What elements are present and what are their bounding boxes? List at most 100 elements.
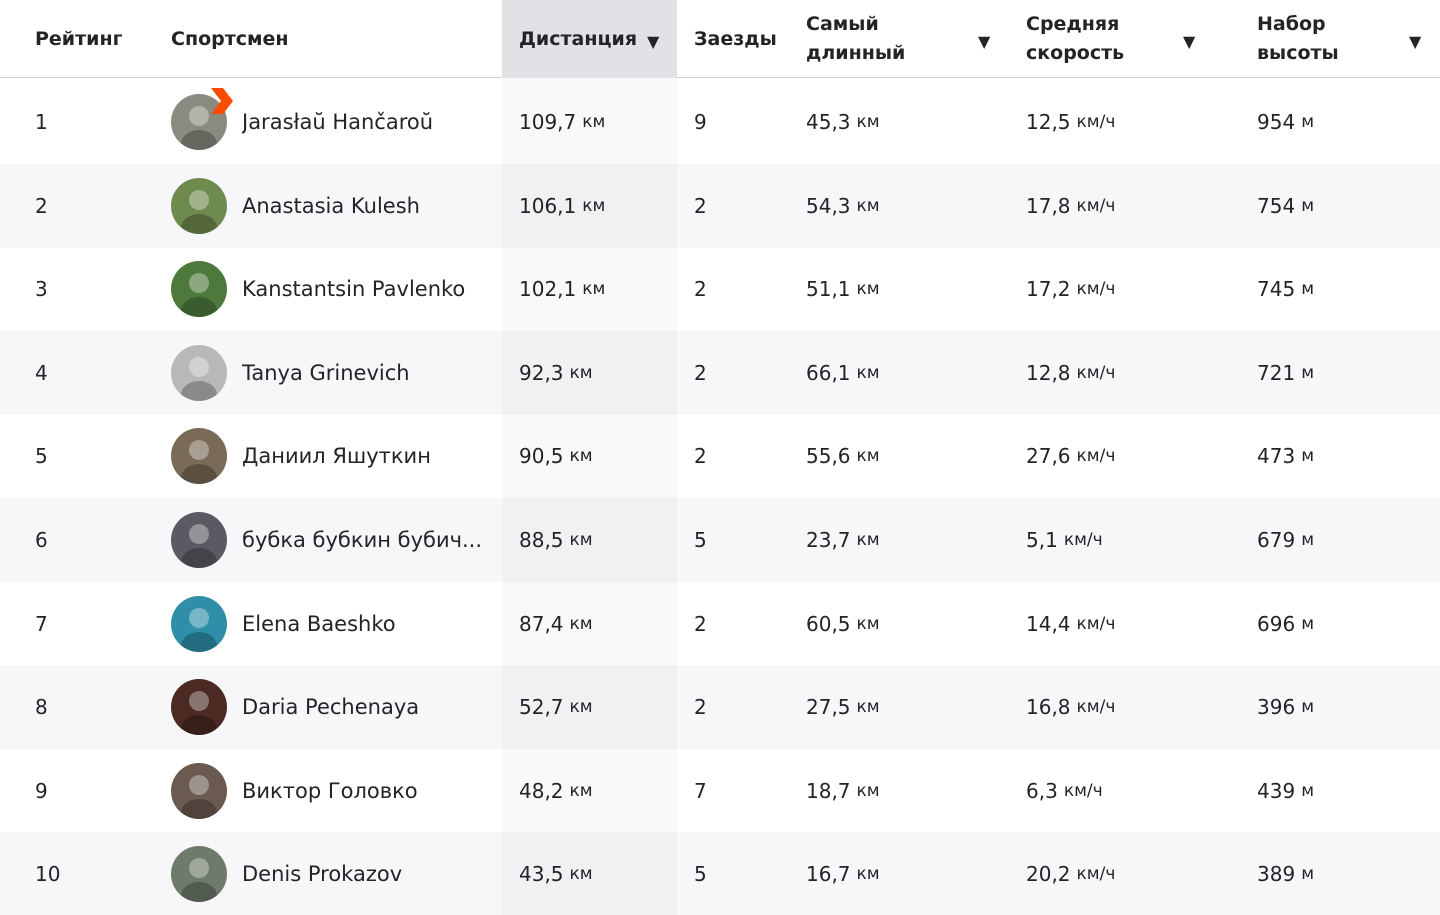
- longest-cell: 51,1 км: [806, 277, 880, 302]
- sort-arrow-icon: ▼: [647, 32, 660, 51]
- table-row: 4 Tanya Grinevich 92,3 км 2 66,1 км 12,8 км/ч 721…: [0, 330, 1440, 415]
- avatar[interactable]: [171, 846, 227, 903]
- elevation-cell: 954 м: [1257, 110, 1315, 134]
- header-distance[interactable]: Дистанция ▼: [502, 0, 677, 78]
- elevation-cell: 721 м: [1257, 360, 1315, 385]
- sort-arrow-icon: ▼: [1409, 32, 1422, 51]
- distance-cell: 106,1 км: [519, 193, 606, 218]
- athlete-name-link[interactable]: Даниил Яшуткин: [242, 414, 431, 498]
- header-rides[interactable]: Заезды: [694, 0, 777, 78]
- rank-cell: 7: [35, 611, 48, 636]
- athlete-name-link[interactable]: Daria Pechenaya: [242, 665, 419, 749]
- rides-cell: 2: [694, 277, 707, 302]
- rank-cell: 10: [35, 862, 61, 887]
- distance-cell: 87,4 км: [519, 611, 593, 636]
- avatar-image-icon: [171, 261, 227, 318]
- athlete-name-link[interactable]: бубка бубкин бубич...: [242, 498, 482, 582]
- longest-cell: 27,5 км: [806, 695, 880, 720]
- athlete-name-link[interactable]: Jarasłaŭ Hančaroŭ: [242, 80, 433, 164]
- distance-cell: 52,7 км: [519, 695, 593, 720]
- athlete-name-link[interactable]: Виктор Головко: [242, 749, 418, 833]
- distance-cell: 90,5 км: [519, 444, 593, 469]
- avatar[interactable]: [171, 261, 227, 318]
- table-row: 3 Kanstantsin Pavlenko 102,1 км 2 51,1 км 17,2 к…: [0, 247, 1440, 331]
- leader-badge-icon: [211, 88, 233, 114]
- header-avg-speed[interactable]: Средняя скорость ▼: [1026, 0, 1226, 78]
- rides-cell: 5: [694, 528, 707, 552]
- rides-cell: 9: [694, 110, 707, 134]
- elevation-cell: 396 м: [1257, 695, 1315, 720]
- avatar[interactable]: [171, 512, 227, 568]
- rank-cell: 4: [35, 360, 48, 385]
- athlete-name-link[interactable]: Denis Prokazov: [242, 832, 402, 915]
- rides-cell: 5: [694, 862, 707, 887]
- athlete-name-link[interactable]: Tanya Grinevich: [242, 331, 410, 415]
- table-row: 1 Jarasłaŭ Hančaroŭ 109,7 км 9 45,3 км 12,5 км/ч…: [0, 80, 1440, 164]
- rank-cell: 5: [35, 444, 48, 469]
- rank-cell: 8: [35, 695, 48, 720]
- avatar[interactable]: [171, 679, 227, 736]
- avatar-image-icon: [171, 512, 227, 568]
- distance-cell: 88,5 км: [519, 528, 593, 552]
- sort-arrow-icon: ▼: [978, 32, 991, 51]
- elevation-cell: 389 м: [1257, 862, 1315, 887]
- athlete-name-link[interactable]: Elena Baeshko: [242, 582, 396, 666]
- distance-cell: 92,3 км: [519, 360, 593, 385]
- longest-cell: 18,7 км: [806, 778, 880, 803]
- avatar[interactable]: [171, 595, 227, 652]
- distance-cell: 109,7 км: [519, 110, 606, 134]
- athlete-name-link[interactable]: Anastasia Kulesh: [242, 164, 420, 248]
- avg-speed-cell: 20,2 км/ч: [1026, 862, 1116, 887]
- header-rank[interactable]: Рейтинг: [35, 0, 123, 78]
- leaderboard-table: Рейтинг Спортсмен Дистанция ▼ Заезды Сам…: [0, 0, 1440, 915]
- rides-cell: 2: [694, 611, 707, 636]
- avatar[interactable]: [171, 428, 227, 485]
- table-row: 2 Anastasia Kulesh 106,1 км 2 54,3 км 17,8 км/ч 7…: [0, 163, 1440, 248]
- elevation-cell: 696 м: [1257, 611, 1315, 636]
- avg-speed-cell: 27,6 км/ч: [1026, 444, 1116, 469]
- avg-speed-cell: 16,8 км/ч: [1026, 695, 1116, 720]
- table-row: 5 Даниил Яшуткин 90,5 км 2 55,6 км 27,6 км/ч 473 м: [0, 414, 1440, 498]
- avatar-image-icon: [171, 344, 227, 401]
- rides-cell: 2: [694, 444, 707, 469]
- table-row: 6 бубка бубкин бубич... 88,5 км 5 23,7 км 5,1 км…: [0, 498, 1440, 582]
- elevation-cell: 439 м: [1257, 778, 1315, 803]
- avatar[interactable]: [171, 762, 227, 819]
- avatar-image-icon: [171, 595, 227, 652]
- table-header: Рейтинг Спортсмен Дистанция ▼ Заезды Сам…: [0, 0, 1440, 78]
- avatar-image-icon: [171, 846, 227, 903]
- distance-cell: 102,1 км: [519, 277, 606, 302]
- avg-speed-cell: 12,8 км/ч: [1026, 360, 1116, 385]
- avatar[interactable]: [171, 177, 227, 234]
- header-athlete[interactable]: Спортсмен: [171, 0, 289, 78]
- longest-cell: 45,3 км: [806, 110, 880, 134]
- avg-speed-cell: 17,2 км/ч: [1026, 277, 1116, 302]
- longest-cell: 66,1 км: [806, 360, 880, 385]
- avatar-image-icon: [171, 428, 227, 485]
- avg-speed-cell: 17,8 км/ч: [1026, 193, 1116, 218]
- rank-cell: 9: [35, 778, 48, 803]
- avg-speed-cell: 5,1 км/ч: [1026, 528, 1103, 552]
- elevation-cell: 679 м: [1257, 528, 1315, 552]
- avg-speed-cell: 12,5 км/ч: [1026, 110, 1116, 134]
- table-row: 10 Denis Prokazov 43,5 км 5 16,7 км 20,2 км/ч 389…: [0, 832, 1440, 915]
- rank-cell: 3: [35, 277, 48, 302]
- header-elevation[interactable]: Набор высоты ▼: [1257, 0, 1427, 78]
- distance-cell: 48,2 км: [519, 778, 593, 803]
- distance-cell: 43,5 км: [519, 862, 593, 887]
- header-longest[interactable]: Самый длинный ▼: [806, 0, 1001, 78]
- rides-cell: 2: [694, 193, 707, 218]
- table-row: 8 Daria Pechenaya 52,7 км 2 27,5 км 16,8 км/ч 396…: [0, 665, 1440, 750]
- avatar-image-icon: [171, 762, 227, 819]
- avatar[interactable]: [171, 344, 227, 401]
- rank-cell: 2: [35, 193, 48, 218]
- athlete-name-link[interactable]: Kanstantsin Pavlenko: [242, 247, 465, 331]
- longest-cell: 55,6 км: [806, 444, 880, 469]
- sort-arrow-icon: ▼: [1183, 32, 1196, 51]
- avg-speed-cell: 6,3 км/ч: [1026, 778, 1103, 803]
- elevation-cell: 754 м: [1257, 193, 1315, 218]
- longest-cell: 54,3 км: [806, 193, 880, 218]
- elevation-cell: 473 м: [1257, 444, 1315, 469]
- rides-cell: 2: [694, 360, 707, 385]
- avatar-image-icon: [171, 679, 227, 736]
